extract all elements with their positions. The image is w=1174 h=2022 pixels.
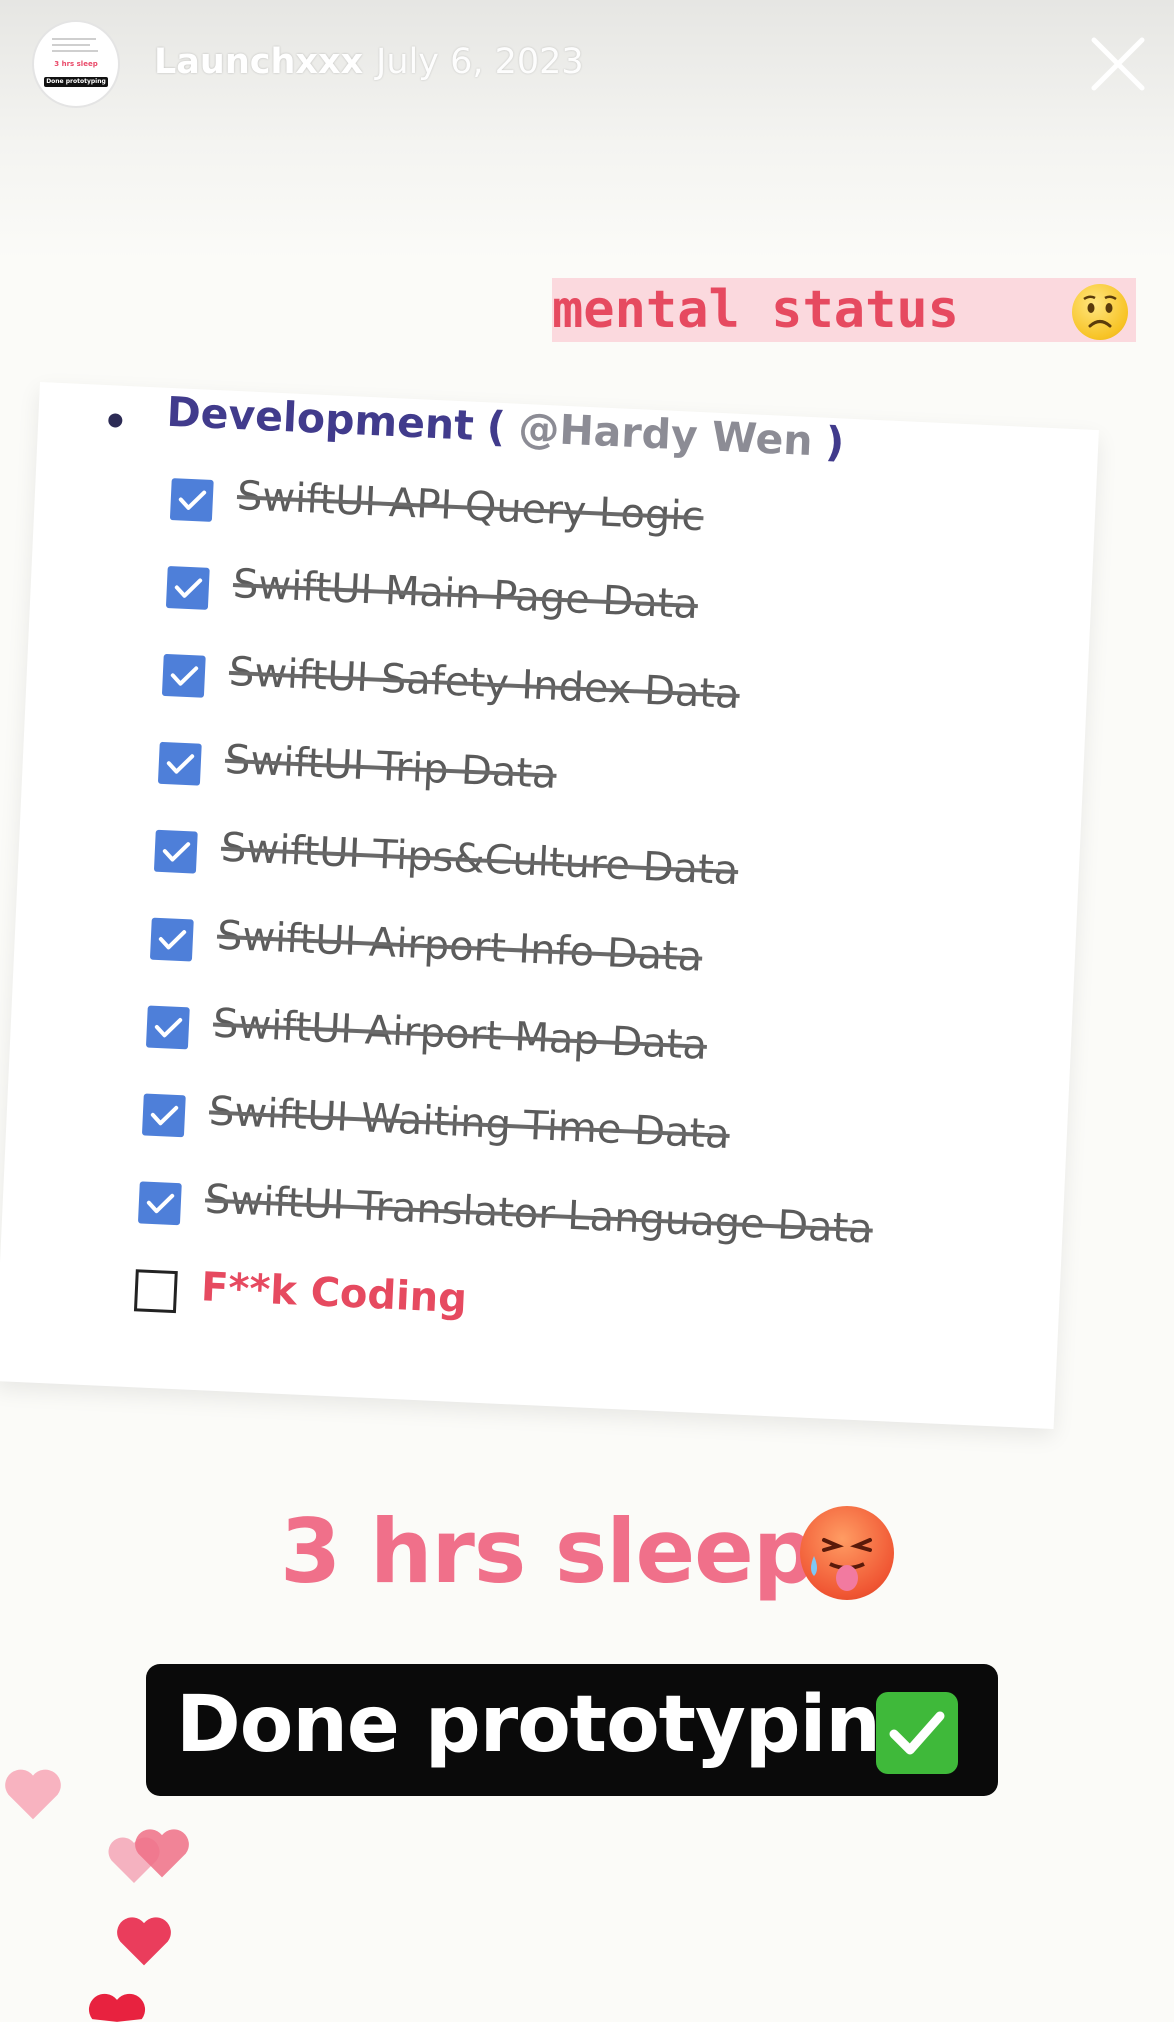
check-icon <box>170 666 199 686</box>
checklist-item-label: SwiftUI Trip Data <box>224 736 558 798</box>
post-date: July 6, 2023 <box>376 42 584 82</box>
heart-icon <box>117 1917 171 1966</box>
mental-status-sticker: mental status <box>552 278 1136 342</box>
checklist-item: SwiftUI Tips&Culture Data <box>153 824 739 894</box>
sleep-caption: 3 hrs sleep <box>280 1500 816 1603</box>
paren-open: ( <box>485 402 507 452</box>
worried-face-icon <box>1072 284 1128 340</box>
check-icon <box>146 1193 175 1214</box>
checklist-item-label: SwiftUI Translator Language Data <box>204 1176 874 1253</box>
section-heading: Development ( @Hardy Wen ) <box>166 388 846 467</box>
checklist-item-label: SwiftUI API Query Logic <box>235 473 705 541</box>
checklist-item-label: SwiftUI Airport Info Data <box>216 912 704 981</box>
checkbox-checked[interactable] <box>149 917 194 962</box>
checklist-item-label: SwiftUI Main Page Data <box>231 560 699 629</box>
checklist-item-label: SwiftUI Airport Map Data <box>212 1000 708 1069</box>
checkbox-checked[interactable] <box>137 1181 182 1226</box>
avatar-thumb-line <box>52 38 96 40</box>
checklist-item: SwiftUI Safety Index Data <box>161 648 741 718</box>
checkbox-unchecked[interactable] <box>133 1269 178 1314</box>
avatar-done-text: Done prototyping <box>44 77 108 87</box>
checklist-item: SwiftUI Airport Info Data <box>149 912 703 981</box>
check-icon <box>166 754 195 774</box>
checkbox-checked[interactable] <box>145 1005 190 1050</box>
mental-status-text: mental status <box>552 280 959 340</box>
check-icon <box>150 1105 179 1126</box>
check-icon <box>158 930 187 950</box>
check-icon <box>154 1018 183 1038</box>
checkbox-checked[interactable] <box>157 741 202 786</box>
checklist-item: SwiftUI Main Page Data <box>165 560 699 628</box>
heart-icon <box>88 1993 146 2022</box>
checklist-item-label: SwiftUI Safety Index Data <box>228 648 741 719</box>
check-icon <box>162 842 191 862</box>
hot-face-icon <box>800 1506 894 1600</box>
checklist-item: SwiftUI Waiting Time Data <box>141 1087 731 1158</box>
check-mark-button-icon <box>876 1692 958 1774</box>
checklist-item: F**k Coding <box>133 1263 468 1322</box>
checkbox-checked[interactable] <box>169 478 214 522</box>
avatar-thumb-line <box>52 50 98 52</box>
done-caption-box: Done prototyping <box>146 1664 998 1796</box>
checkbox-checked[interactable] <box>141 1093 186 1138</box>
avatar-sleep-text: 3 hrs sleep <box>54 60 98 68</box>
checklist-card: Development ( @Hardy Wen ) SwiftUI API Q… <box>0 382 1099 1430</box>
checklist-item-label: SwiftUI Waiting Time Data <box>208 1088 731 1159</box>
heart-icon <box>135 1829 189 1878</box>
checklist-item: SwiftUI Airport Map Data <box>145 1000 708 1069</box>
checkbox-checked[interactable] <box>153 829 198 874</box>
story-header: 3 hrs sleep Done prototyping Launchxxx J… <box>0 0 1174 130</box>
check-icon <box>174 578 203 598</box>
check-icon <box>178 490 207 510</box>
done-caption: Done prototyping <box>176 1680 936 1770</box>
checklist-item-label: SwiftUI Tips&Culture Data <box>220 824 740 895</box>
avatar-thumb-line <box>52 44 90 46</box>
close-icon <box>1091 37 1145 91</box>
checklist-item: SwiftUI Translator Language Data <box>137 1175 874 1253</box>
heading-label: Development <box>165 387 475 450</box>
close-button[interactable] <box>1090 36 1146 92</box>
avatar[interactable]: 3 hrs sleep Done prototyping <box>32 20 120 108</box>
paren-close: ) <box>824 417 846 467</box>
checklist-item: SwiftUI API Query Logic <box>169 472 704 540</box>
checkbox-checked[interactable] <box>165 565 210 610</box>
checkbox-checked[interactable] <box>161 653 206 698</box>
mention-link[interactable]: @Hardy Wen <box>517 404 813 465</box>
checklist-item: SwiftUI Trip Data <box>157 736 558 798</box>
heart-icon <box>5 1769 61 1820</box>
checklist-item-label: F**k Coding <box>200 1264 468 1323</box>
bullet-dot <box>108 413 123 428</box>
username[interactable]: Launchxxx <box>154 42 363 82</box>
